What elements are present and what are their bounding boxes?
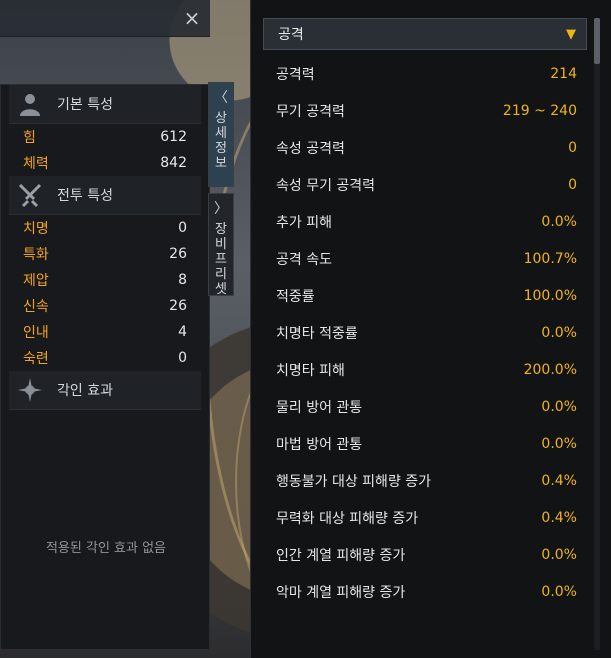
tab-label: 상세정보 [215, 111, 227, 171]
stat-row: 무기 공격력 219 ~ 240 [251, 92, 591, 129]
stat-value: 842 [160, 155, 187, 171]
stat-label: 속성 공격력 [276, 140, 345, 157]
stat-label: 공격력 [276, 66, 315, 83]
stat-label: 제압 [23, 273, 49, 289]
stat-label: 신속 [23, 299, 49, 315]
stat-label: 숙련 [23, 351, 49, 367]
section-title: 기본 특성 [57, 97, 113, 113]
stat-value: 0.4% [541, 509, 577, 526]
stat-row: 공격 속도 100.7% [251, 240, 591, 277]
stat-row: 물리 방어 관통 0.0% [251, 388, 591, 425]
scrollbar[interactable] [594, 18, 600, 650]
stat-label: 힘 [23, 130, 36, 146]
dropdown-label: 공격 [278, 27, 304, 43]
stat-label: 치명 [23, 221, 49, 237]
scroll-thumb[interactable] [594, 18, 600, 64]
detail-stats-panel: 공격 ▼ 공격력 214 무기 공격력 219 ~ 240 속성 공격력 0 속성 무기 공… [250, 0, 611, 658]
stat-row: 마법 방어 관통 0.0% [251, 425, 591, 462]
stat-row: 행동불가 대상 피해량 증가 0.4% [251, 462, 591, 499]
stat-category-dropdown[interactable]: 공격 ▼ [263, 18, 587, 50]
stat-label: 치명타 적중률 [276, 325, 358, 342]
compass-star-icon [17, 377, 43, 403]
stat-row: 무력화 대상 피해량 증가 0.4% [251, 499, 591, 536]
stat-label: 적중률 [276, 288, 315, 305]
chevron-left-icon: 〈 [214, 90, 228, 106]
stat-label: 무력화 대상 피해량 증가 [276, 510, 419, 527]
stat-value: 612 [160, 129, 187, 145]
stat-label: 체력 [23, 156, 49, 172]
stat-label: 악마 계열 피해량 증가 [276, 584, 406, 601]
stat-label: 인내 [23, 325, 49, 341]
chevron-right-icon: 〉 [214, 201, 228, 217]
person-icon [17, 91, 43, 117]
stat-value: 100.0% [523, 287, 577, 304]
stat-label: 물리 방어 관통 [276, 399, 363, 416]
stat-row: 악마 계열 피해량 증가 0.0% [251, 573, 591, 610]
stat-value: 219 ~ 240 [502, 102, 577, 119]
detail-stats-list: 공격력 214 무기 공격력 219 ~ 240 속성 공격력 0 속성 무기 공격력 0 추가… [251, 55, 591, 610]
stat-value: 0.4% [541, 472, 577, 489]
stat-row: 속성 무기 공격력 0 [251, 166, 591, 203]
stat-row: 치명타 피해 200.0% [251, 351, 591, 388]
stat-value: 214 [550, 65, 577, 82]
close-button[interactable]: × [182, 8, 202, 28]
stat-value: 100.7% [523, 250, 577, 267]
stat-label: 무기 공격력 [276, 103, 345, 120]
combat-stats-list: 치명 0 특화 26 제압 8 신속 26 인내 4 숙련 0 [1, 215, 209, 371]
stat-value: 0.0% [541, 398, 577, 415]
crossed-swords-icon [17, 182, 43, 208]
stat-row: 신속 26 [1, 293, 209, 319]
stat-row: 속성 공격력 0 [251, 129, 591, 166]
stat-label: 인간 계열 피해량 증가 [276, 547, 406, 564]
basic-stats-list: 힘 612 체력 842 [1, 124, 209, 176]
stat-value: 0.0% [541, 213, 577, 230]
character-stats-panel: 기본 특성 힘 612 체력 842 전투 특성 치명 0 특화 26 제압 8 신속 26 인내 4 숙… [0, 84, 210, 650]
tab-equipment-preset[interactable]: 〉 장비프리셋 [208, 193, 234, 297]
stat-value: 0 [568, 139, 577, 156]
stat-value: 0.0% [541, 583, 577, 600]
basic-traits-header: 기본 특성 [9, 85, 201, 124]
window-title-bar: × [0, 0, 210, 37]
stat-row: 인간 계열 피해량 증가 0.0% [251, 536, 591, 573]
stat-value: 0 [178, 220, 187, 236]
stat-label: 공격 속도 [276, 251, 332, 268]
chevron-down-icon: ▼ [566, 26, 576, 42]
tab-label: 장비프리셋 [215, 222, 227, 297]
section-title: 각인 효과 [57, 383, 113, 399]
stat-value: 26 [169, 246, 187, 262]
stat-label: 행동불가 대상 피해량 증가 [276, 473, 432, 490]
section-title: 전투 특성 [57, 188, 113, 204]
stat-value: 0 [568, 176, 577, 193]
tab-detail-info[interactable]: 〈 상세정보 [208, 82, 234, 187]
stat-row: 힘 612 [1, 124, 209, 150]
stat-label: 치명타 피해 [276, 362, 345, 379]
stat-row: 공격력 214 [251, 55, 591, 92]
stat-row: 체력 842 [1, 150, 209, 176]
stat-label: 추가 피해 [276, 214, 332, 231]
engraving-header: 각인 효과 [9, 371, 201, 410]
stat-label: 마법 방어 관통 [276, 436, 363, 453]
stat-row: 특화 26 [1, 241, 209, 267]
stat-label: 특화 [23, 247, 49, 263]
stat-label: 속성 무기 공격력 [276, 177, 376, 194]
engraving-empty-text: 적용된 각인 효과 없음 [45, 541, 167, 556]
stat-value: 200.0% [523, 361, 577, 378]
stat-value: 0.0% [541, 435, 577, 452]
stat-row: 치명 0 [1, 215, 209, 241]
stat-row: 인내 4 [1, 319, 209, 345]
stat-row: 추가 피해 0.0% [251, 203, 591, 240]
stat-row: 적중률 100.0% [251, 277, 591, 314]
stat-value: 4 [178, 324, 187, 340]
stat-row: 치명타 적중률 0.0% [251, 314, 591, 351]
stat-value: 8 [178, 272, 187, 288]
stat-value: 0.0% [541, 324, 577, 341]
stat-value: 26 [169, 298, 187, 314]
stat-row: 숙련 0 [1, 345, 209, 371]
stat-value: 0 [178, 350, 187, 366]
stat-value: 0.0% [541, 546, 577, 563]
stat-row: 제압 8 [1, 267, 209, 293]
combat-traits-header: 전투 특성 [9, 176, 201, 215]
